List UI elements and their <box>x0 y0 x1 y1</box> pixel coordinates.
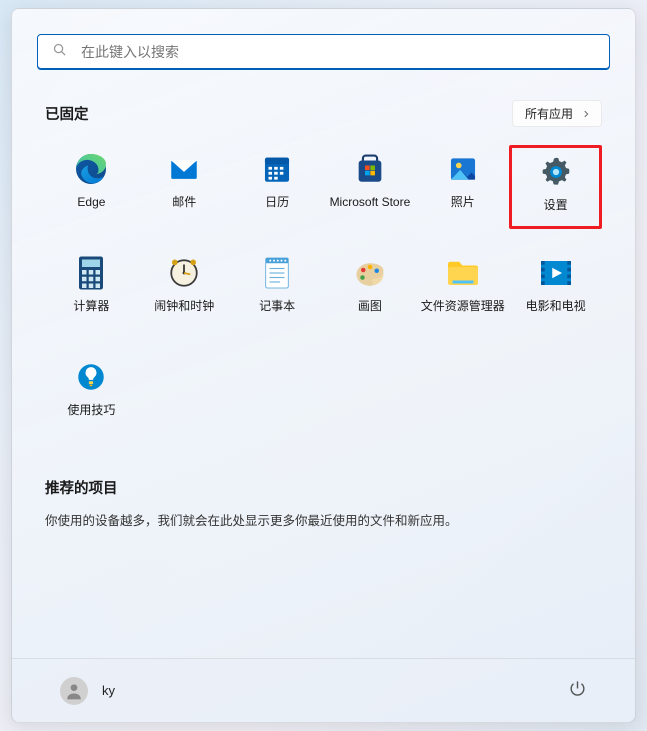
photos-icon <box>443 149 483 189</box>
app-tile-explorer[interactable]: 文件资源管理器 <box>416 249 509 333</box>
app-tile-calendar[interactable]: 日历 <box>231 145 324 229</box>
app-tile-tips[interactable]: 使用技巧 <box>45 353 138 437</box>
settings-icon <box>536 152 576 192</box>
pinned-grid: Edge 邮件 日历 Microsoft Store 照片 设置计算器 闹钟和时钟 记事本 画图… <box>45 145 602 437</box>
explorer-icon <box>443 253 483 293</box>
app-tile-notepad[interactable]: 记事本 <box>231 249 324 333</box>
pinned-title: 已固定 <box>45 103 89 124</box>
tips-icon <box>71 357 111 397</box>
app-label: 记事本 <box>259 299 295 313</box>
app-label: 使用技巧 <box>67 403 115 417</box>
app-tile-settings[interactable]: 设置 <box>509 145 602 229</box>
app-tile-mail[interactable]: 邮件 <box>138 145 231 229</box>
app-label: 电影和电视 <box>526 299 586 313</box>
app-label: Edge <box>77 195 105 209</box>
start-menu-panel: 已固定 所有应用 Edge 邮件 日历 Microsoft Store 照片 设置计算器 闹… <box>11 8 636 723</box>
clock-icon <box>164 253 204 293</box>
app-tile-photos[interactable]: 照片 <box>416 145 509 229</box>
app-label: 设置 <box>544 198 568 212</box>
avatar-icon <box>60 677 88 705</box>
calculator-icon <box>71 253 111 293</box>
power-button[interactable] <box>568 679 587 703</box>
power-icon <box>568 679 587 698</box>
recommended-title: 推荐的项目 <box>45 477 602 498</box>
recommended-text: 你使用的设备越多，我们就会在此处显示更多你最近使用的文件和新应用。 <box>45 510 602 529</box>
app-tile-movies[interactable]: 电影和电视 <box>509 249 602 333</box>
app-label: 邮件 <box>172 195 196 209</box>
search-input-wrapper[interactable] <box>37 34 610 70</box>
user-account-button[interactable]: ky <box>60 677 115 705</box>
all-apps-label: 所有应用 <box>525 105 573 122</box>
user-name: ky <box>102 683 115 698</box>
app-label: 计算器 <box>73 299 109 313</box>
search-icon <box>52 42 67 62</box>
app-tile-clock[interactable]: 闹钟和时钟 <box>138 249 231 333</box>
store-icon <box>350 149 390 189</box>
mail-icon <box>164 149 204 189</box>
app-tile-paint[interactable]: 画图 <box>324 249 417 333</box>
app-label: 画图 <box>358 299 382 313</box>
search-input[interactable] <box>81 44 595 60</box>
app-label: Microsoft Store <box>330 195 411 209</box>
app-label: 日历 <box>265 195 289 209</box>
app-label: 闹钟和时钟 <box>154 299 214 313</box>
all-apps-button[interactable]: 所有应用 <box>512 100 602 127</box>
app-tile-store[interactable]: Microsoft Store <box>324 145 417 229</box>
start-menu-footer: ky <box>12 658 635 722</box>
movies-icon <box>536 253 576 293</box>
edge-icon <box>71 149 111 189</box>
paint-icon <box>350 253 390 293</box>
app-tile-edge[interactable]: Edge <box>45 145 138 229</box>
calendar-icon <box>257 149 297 189</box>
notepad-icon <box>257 253 297 293</box>
chevron-right-icon <box>581 109 591 119</box>
app-label: 文件资源管理器 <box>421 299 505 313</box>
app-tile-calculator[interactable]: 计算器 <box>45 249 138 333</box>
app-label: 照片 <box>451 195 475 209</box>
